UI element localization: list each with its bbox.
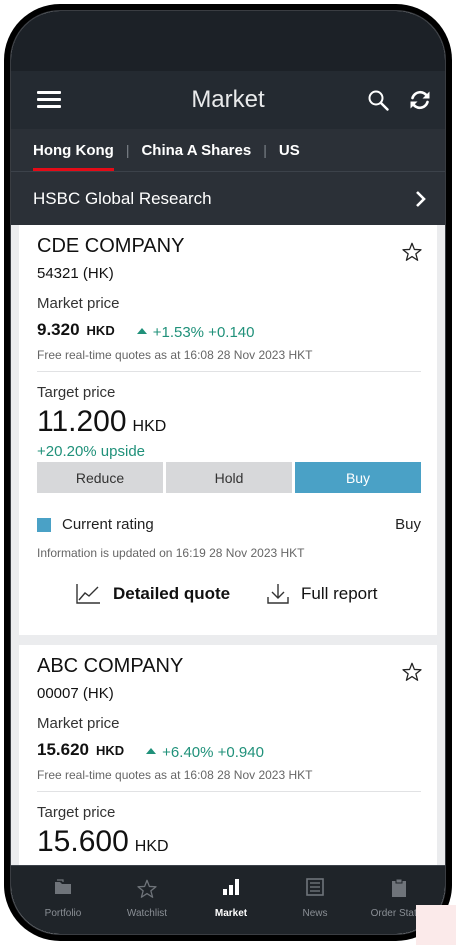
price-change-value: +1.53% +0.140: [152, 323, 255, 341]
newspaper-icon: [306, 878, 324, 896]
market-price-currency: HKD: [86, 323, 115, 338]
market-price-row: 9.320 HKD +1.53% +0.140: [37, 320, 254, 341]
app-header: Market: [11, 71, 445, 129]
price-change: +1.53% +0.140: [136, 323, 255, 341]
tab-separator: |: [125, 142, 130, 158]
clipboard-icon: [392, 878, 406, 897]
up-triangle-icon: [136, 328, 147, 334]
tab-news[interactable]: News: [275, 866, 355, 926]
corner-tint: [416, 905, 456, 945]
tab-hong-kong[interactable]: Hong Kong: [33, 130, 114, 171]
target-price-value: 11.200: [37, 405, 127, 438]
bar-chart-icon: [223, 879, 239, 895]
tab-china-a-shares[interactable]: China A Shares: [141, 130, 251, 171]
line-chart-icon: [76, 584, 100, 604]
full-report-label: Full report: [301, 584, 378, 603]
chevron-right-icon: [416, 191, 426, 207]
tab-portfolio[interactable]: Portfolio: [23, 866, 103, 926]
company-code: 00007 (HK): [37, 685, 114, 702]
target-price-currency: HKD: [134, 838, 169, 855]
divider: [37, 791, 421, 792]
tab-watchlist-label: Watchlist: [126, 908, 168, 919]
detailed-quote-button[interactable]: Detailed quote: [75, 583, 230, 605]
upside-text: +20.20% upside: [37, 443, 146, 460]
research-label: HSBC Global Research: [33, 188, 212, 208]
quote-note: Free real-time quotes as at 16:08 28 Nov…: [37, 768, 313, 782]
market-price-label: Market price: [37, 295, 120, 312]
quote-note: Free real-time quotes as at 16:08 28 Nov…: [37, 348, 313, 362]
target-price-row: 11.200 HKD: [37, 405, 166, 439]
full-report-button[interactable]: Full report: [267, 583, 378, 605]
rating-hold: Hold: [166, 462, 292, 493]
company-name: CDE COMPANY: [37, 235, 185, 257]
target-price-currency: HKD: [132, 418, 167, 435]
rating-buy: Buy: [295, 462, 421, 493]
rating-scale: Reduce Hold Buy: [37, 462, 421, 493]
up-triangle-icon: [146, 748, 157, 754]
tab-us[interactable]: US: [279, 130, 300, 171]
tab-news-label: News: [302, 908, 328, 919]
target-price-label: Target price: [37, 384, 116, 401]
research-card: CDE COMPANY 54321 (HK) Market price 9.32…: [19, 225, 437, 635]
tab-watchlist[interactable]: Watchlist: [107, 866, 187, 926]
divider: [37, 371, 421, 372]
content-list[interactable]: CDE COMPANY 54321 (HK) Market price 9.32…: [11, 225, 445, 934]
market-price-label: Market price: [37, 715, 120, 732]
current-rating-value: Buy: [395, 516, 421, 533]
star-icon[interactable]: [401, 241, 423, 263]
tab-separator: |: [263, 142, 267, 158]
refresh-icon[interactable]: [407, 87, 433, 113]
target-price-row: 15.600 HKD: [37, 825, 169, 859]
tab-portfolio-label: Portfolio: [44, 908, 82, 919]
folder-icon: [55, 879, 71, 894]
app-screen: Market Hong Kong | China A Shares | US H…: [10, 10, 446, 935]
detailed-quote-label: Detailed quote: [113, 584, 231, 603]
search-icon[interactable]: [366, 88, 390, 112]
price-change-value: +6.40% +0.940: [162, 743, 264, 761]
current-rating-label: Current rating: [62, 516, 154, 533]
current-rating-swatch: [37, 518, 51, 532]
market-price-currency: HKD: [96, 743, 125, 758]
info-updated-note: Information is updated on 16:19 28 Nov 2…: [37, 546, 305, 560]
market-tabs: Hong Kong | China A Shares | US: [11, 129, 445, 172]
bottom-tab-bar: Portfolio Watchlist Market News Order St…: [11, 865, 445, 934]
company-code: 54321 (HK): [37, 265, 114, 282]
rating-reduce: Reduce: [37, 462, 163, 493]
target-price-value: 15.600: [37, 825, 129, 858]
target-price-label: Target price: [37, 804, 116, 821]
tab-market[interactable]: Market: [191, 866, 271, 926]
market-price-value: 15.620: [37, 740, 89, 759]
download-icon: [267, 584, 289, 604]
star-icon: [137, 879, 157, 898]
star-icon[interactable]: [401, 661, 423, 683]
market-price-row: 15.620 HKD +6.40% +0.940: [37, 740, 264, 761]
price-change: +6.40% +0.940: [146, 744, 264, 761]
company-name: ABC COMPANY: [37, 655, 184, 677]
tab-market-label: Market: [214, 908, 248, 919]
hsbc-global-research-link[interactable]: HSBC Global Research: [11, 172, 445, 225]
status-bar: [11, 11, 445, 71]
market-price-value: 9.320: [37, 320, 80, 339]
phone-frame: Market Hong Kong | China A Shares | US H…: [4, 4, 452, 941]
